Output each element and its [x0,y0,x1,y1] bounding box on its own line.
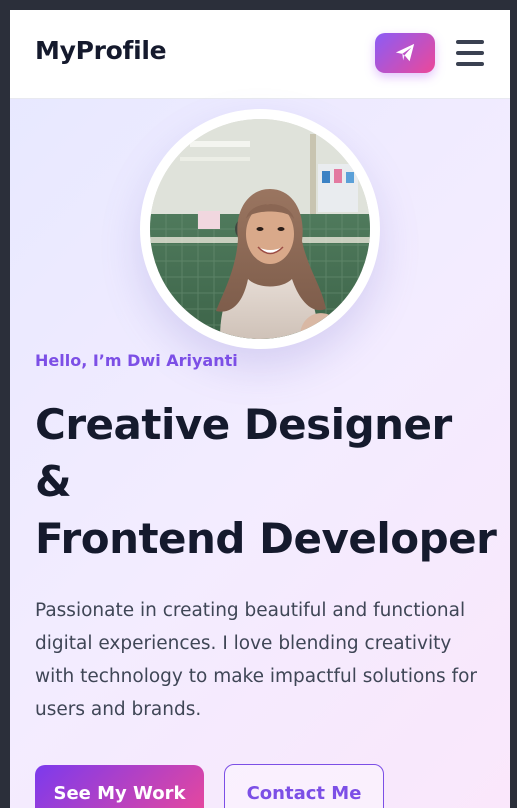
headline-line-3: Frontend Developer [35,514,497,563]
menu-button[interactable] [456,40,484,66]
hero-bio: Passionate in creating beautiful and fun… [35,600,478,720]
profile-photo [150,119,370,339]
contact-me-button[interactable]: Contact Me [224,764,384,808]
hero-headline: Creative Designer & Frontend Developer [35,396,505,567]
brand-logo[interactable]: MyProfile [35,36,167,65]
paper-plane-icon [395,43,415,62]
mobile-viewport: MyProfile Hello, I’m Dwi Ariyanti Creati… [10,10,510,808]
headline-line-2: & [35,457,72,506]
avatar [140,109,380,349]
greeting-text: Hello, I’m Dwi Ariyanti [35,351,238,370]
send-message-button[interactable] [375,33,435,73]
see-my-work-button[interactable]: See My Work [35,765,204,808]
top-navbar: MyProfile [10,10,510,99]
headline-line-1: Creative Designer [35,400,452,449]
